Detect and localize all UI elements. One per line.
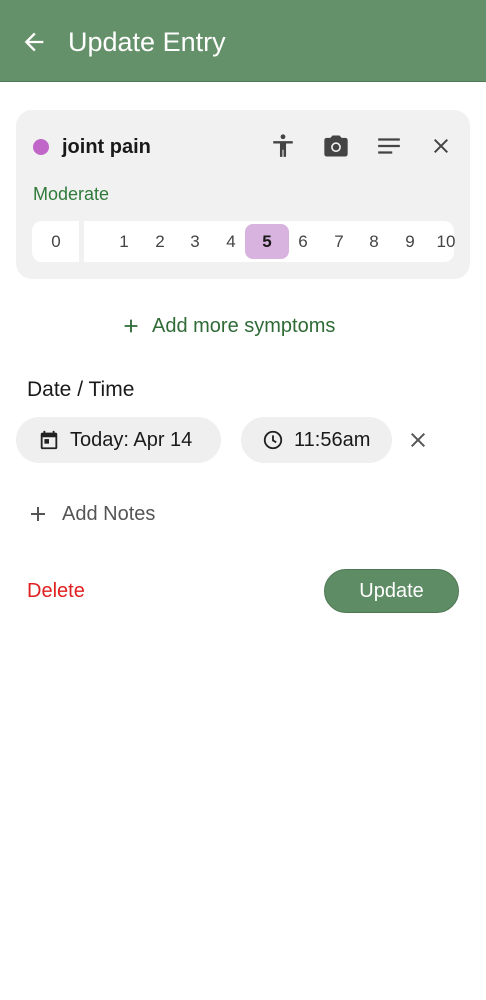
remove-symptom-button[interactable]: [425, 130, 457, 162]
severity-label: Moderate: [33, 184, 110, 204]
notes-icon: [378, 138, 400, 154]
body-location-button[interactable]: [267, 130, 299, 162]
severity-option-2[interactable]: 2: [142, 224, 178, 259]
clock-icon: [263, 430, 283, 450]
plus-icon: [124, 319, 138, 333]
severity-option-7[interactable]: 7: [321, 224, 357, 259]
update-button[interactable]: Update: [324, 569, 459, 613]
add-more-symptoms-label: Add more symptoms: [152, 314, 336, 337]
back-button[interactable]: [14, 22, 54, 62]
delete-button[interactable]: Delete: [27, 575, 85, 607]
camera-button[interactable]: [320, 130, 352, 162]
app-bar: Update Entry: [0, 0, 486, 82]
notes-button[interactable]: [373, 130, 405, 162]
datetime-section-title: Date / Time: [27, 378, 135, 401]
severity-option-9[interactable]: 9: [392, 224, 428, 259]
time-label: 11:56am: [294, 428, 371, 451]
calendar-icon: [40, 430, 58, 450]
severity-option-10[interactable]: 10: [428, 224, 464, 259]
add-notes-label: Add Notes: [62, 502, 156, 525]
severity-option-3[interactable]: 3: [177, 224, 213, 259]
close-icon: [434, 139, 448, 153]
close-icon: [411, 433, 425, 447]
time-chip[interactable]: 11:56am: [241, 417, 392, 463]
symptom-card: joint pain Moderate 0 1 2 3 4 5 6 7 8 9 …: [16, 110, 470, 279]
body-icon: [273, 134, 293, 157]
date-label: Today: Apr 14: [70, 428, 193, 451]
symptom-name: joint pain: [62, 136, 151, 158]
severity-option-5[interactable]: 5: [245, 224, 289, 259]
scale-divider: [79, 221, 84, 262]
arrow-left-icon: [24, 32, 44, 52]
severity-option-4[interactable]: 4: [213, 224, 249, 259]
severity-option-0[interactable]: 0: [38, 224, 74, 259]
add-notes-button[interactable]: Add Notes: [26, 496, 155, 532]
severity-option-6[interactable]: 6: [285, 224, 321, 259]
severity-option-8[interactable]: 8: [356, 224, 392, 259]
page-title: Update Entry: [68, 27, 226, 57]
camera-icon: [324, 135, 348, 157]
severity-scale: 0 1 2 3 4 5 6 7 8 9 10: [32, 221, 455, 262]
plus-icon: [31, 507, 45, 521]
symptom-color-dot: [33, 139, 49, 155]
severity-option-1[interactable]: 1: [106, 224, 142, 259]
clear-datetime-button[interactable]: [402, 424, 434, 456]
date-chip[interactable]: Today: Apr 14: [16, 417, 221, 463]
add-more-symptoms-button[interactable]: Add more symptoms: [120, 308, 335, 344]
